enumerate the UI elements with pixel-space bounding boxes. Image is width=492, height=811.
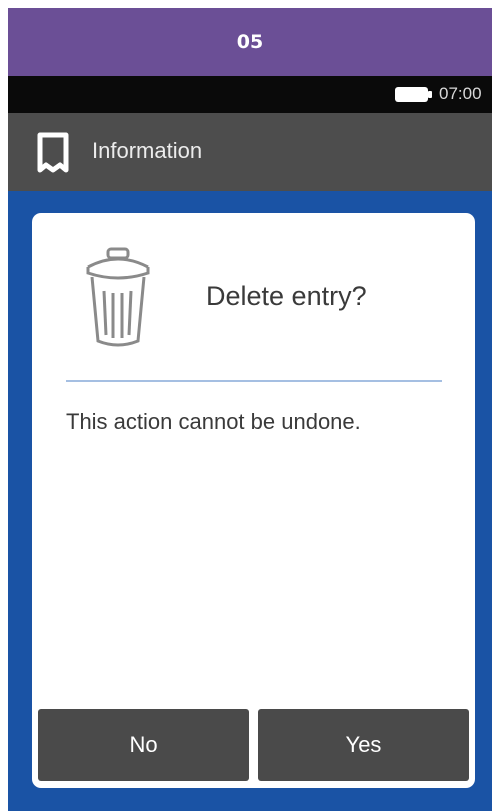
battery-icon [395, 87, 432, 102]
dialog-message: This action cannot be undone. [66, 409, 361, 434]
no-button[interactable]: No [38, 709, 249, 781]
page-title: Information [92, 138, 203, 163]
dialog-divider [66, 380, 442, 382]
yes-button[interactable]: Yes [258, 709, 469, 781]
status-clock: 07:00 [439, 84, 482, 103]
device-screen: 07:00 Information Delete entry? This act… [8, 76, 492, 811]
step-banner: 05 [8, 8, 492, 76]
status-bar: 07:00 [8, 76, 492, 113]
receipt-icon [37, 132, 69, 173]
title-bar: Information [8, 113, 492, 191]
trash-icon [86, 247, 150, 347]
step-number: 05 [236, 31, 264, 53]
delete-dialog: Delete entry? This action cannot be undo… [32, 213, 475, 788]
dialog-title: Delete entry? [206, 281, 367, 311]
